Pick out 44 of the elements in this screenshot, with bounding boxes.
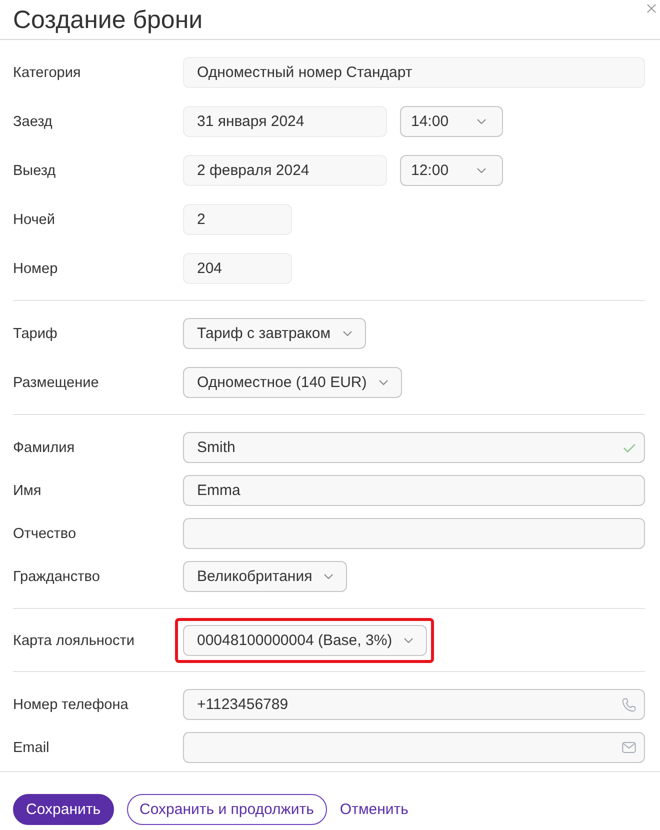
dropdown[interactable]: Великобритания	[183, 561, 348, 592]
caret-icon	[324, 574, 334, 579]
field-label: Отчество	[13, 526, 76, 542]
check-icon	[623, 442, 636, 452]
field-label: Карта лояльности	[13, 632, 134, 648]
dropdown[interactable]: Одноместное (140 EUR)	[183, 367, 402, 398]
phone-icon	[622, 698, 636, 712]
field-label: Категория	[13, 64, 81, 80]
email-input[interactable]	[183, 732, 645, 763]
dropdown[interactable]: 12:00	[400, 155, 503, 186]
field-label: Фамилия	[13, 440, 75, 456]
text-input[interactable]	[183, 518, 645, 549]
readonly-field: 31 января 2024	[183, 106, 387, 137]
dropdown[interactable]: Тариф с завтраком	[183, 318, 366, 349]
readonly-field: 204	[183, 253, 292, 284]
caret-icon	[477, 168, 486, 173]
field-label: Email	[13, 740, 50, 756]
text-input[interactable]: Smith	[183, 432, 645, 463]
close-icon[interactable]	[647, 4, 656, 13]
caret-icon	[477, 119, 486, 124]
dropdown[interactable]: 00048100000004 (Base, 3%)	[183, 625, 428, 656]
field-label: Размещение	[13, 374, 99, 390]
cancel-link[interactable]: Отменить	[340, 794, 408, 825]
text-input[interactable]: Emma	[183, 475, 645, 506]
field-label: Гражданство	[13, 568, 100, 584]
field-label: Номер	[13, 260, 58, 276]
caret-icon	[404, 638, 414, 643]
readonly-field: 2	[183, 204, 292, 235]
field-label: Тариф	[13, 326, 58, 342]
readonly-field: 2 февраля 2024	[183, 155, 387, 186]
field-label: Выезд	[13, 162, 56, 178]
save-button[interactable]: Сохранить	[13, 794, 114, 825]
phone-input[interactable]: +1123456789	[183, 689, 645, 720]
field-label: Номер телефона	[13, 696, 128, 712]
field-label: Имя	[13, 482, 42, 498]
dropdown[interactable]: 14:00	[400, 106, 503, 137]
readonly-field: Одноместный номер Стандарт	[183, 57, 645, 88]
caret-icon	[378, 380, 388, 385]
save-continue-button[interactable]: Сохранить и продолжить	[126, 794, 327, 825]
dialog-title: Создание брони	[13, 4, 203, 34]
mail-icon	[622, 742, 636, 753]
caret-icon	[342, 331, 352, 336]
field-label: Ночей	[13, 212, 55, 228]
field-label: Заезд	[13, 114, 52, 130]
